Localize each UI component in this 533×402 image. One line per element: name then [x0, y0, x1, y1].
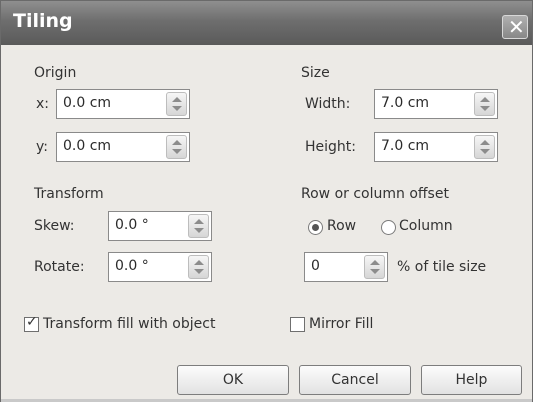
spin-up-icon [194, 260, 204, 265]
row-radio-label[interactable]: Row [327, 218, 356, 234]
transform-fill-checkbox[interactable]: ✓ [24, 314, 39, 332]
mirror-fill-checkbox[interactable] [290, 317, 305, 332]
spin-up-icon [172, 97, 182, 102]
mirror-fill-label[interactable]: Mirror Fill [309, 316, 373, 332]
skew-label: Skew: [34, 218, 75, 234]
checkmark-icon: ✓ [26, 314, 38, 330]
rotate-label: Rotate: [34, 259, 85, 275]
spin-up-icon [370, 260, 380, 265]
origin-x-spinbox[interactable]: 0.0 cm [56, 89, 190, 119]
rotate-spinbox[interactable]: 0.0 ° [108, 252, 212, 282]
origin-x-spin-arrows[interactable] [166, 92, 187, 116]
row-radio[interactable] [308, 220, 323, 235]
height-value: 7.0 cm [381, 138, 430, 154]
column-radio[interactable] [381, 220, 396, 235]
spin-down-icon [194, 228, 204, 233]
width-spin-arrows[interactable] [474, 92, 495, 116]
height-label: Height: [305, 139, 356, 155]
height-spinbox[interactable]: 7.0 cm [374, 132, 498, 162]
offset-spin-arrows[interactable] [364, 255, 385, 279]
width-spinbox[interactable]: 7.0 cm [374, 89, 498, 119]
origin-y-spinbox[interactable]: 0.0 cm [56, 132, 190, 162]
spin-up-icon [480, 140, 490, 145]
origin-y-value: 0.0 cm [63, 138, 112, 154]
close-button[interactable]: ✕ [502, 15, 528, 39]
offset-heading: Row or column offset [301, 186, 449, 202]
spin-down-icon [172, 106, 182, 111]
offset-percent-spinbox[interactable]: 0 [304, 252, 388, 282]
spin-down-icon [480, 149, 490, 154]
close-icon: ✕ [508, 15, 525, 39]
width-label: Width: [305, 96, 351, 112]
tiling-dialog: Tiling ✕ Origin x: 0.0 cm y: 0.0 cm Size… [0, 0, 533, 402]
origin-x-value: 0.0 cm [63, 95, 112, 111]
offset-percent-value: 0 [311, 258, 320, 274]
spin-down-icon [480, 106, 490, 111]
origin-y-spin-arrows[interactable] [166, 135, 187, 159]
transform-fill-label[interactable]: Transform fill with object [43, 316, 215, 332]
spin-up-icon [194, 219, 204, 224]
ok-button[interactable]: OK [177, 365, 289, 395]
dialog-title: Tiling [13, 10, 73, 32]
spin-down-icon [194, 269, 204, 274]
percent-of-tile-size-label: % of tile size [397, 259, 487, 275]
column-radio-label[interactable]: Column [399, 218, 453, 234]
spin-down-icon [172, 149, 182, 154]
help-button[interactable]: Help [421, 365, 522, 395]
height-spin-arrows[interactable] [474, 135, 495, 159]
origin-heading: Origin [34, 65, 77, 81]
origin-y-label: y: [36, 139, 48, 155]
width-value: 7.0 cm [381, 95, 430, 111]
transform-heading: Transform [34, 186, 104, 202]
skew-spinbox[interactable]: 0.0 ° [108, 211, 212, 241]
spin-up-icon [172, 140, 182, 145]
radio-selected-dot [312, 224, 319, 231]
spin-down-icon [370, 269, 380, 274]
skew-value: 0.0 ° [115, 217, 149, 233]
rotate-spin-arrows[interactable] [188, 255, 209, 279]
cancel-button[interactable]: Cancel [299, 365, 411, 395]
size-heading: Size [301, 65, 330, 81]
spin-up-icon [480, 97, 490, 102]
title-bar[interactable]: Tiling ✕ [1, 1, 532, 45]
rotate-value: 0.0 ° [115, 258, 149, 274]
origin-x-label: x: [36, 96, 50, 112]
skew-spin-arrows[interactable] [188, 214, 209, 238]
